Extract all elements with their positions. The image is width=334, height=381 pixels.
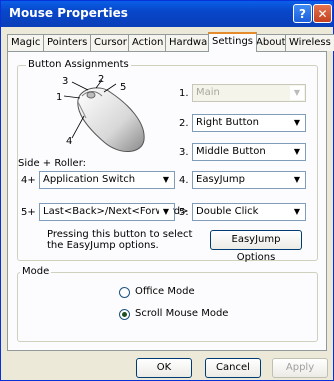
office-mode-radio[interactable] (119, 287, 130, 298)
title-bar: Mouse Properties ? ✕ (1, 1, 333, 27)
tab-wireless[interactable]: Wireless (285, 34, 334, 51)
tab-about[interactable]: About (252, 34, 290, 51)
cancel-button[interactable]: Cancel (205, 358, 261, 378)
button1-number: 1. (179, 88, 189, 99)
chevron-down-icon[interactable]: ▼ (290, 145, 304, 159)
double-click-select[interactable]: Double Click ▼ (192, 203, 306, 221)
callout-3: 3 (62, 76, 69, 87)
chevron-down-icon[interactable]: ▼ (290, 116, 304, 130)
callout-5: 5 (120, 82, 127, 93)
easyjump-select[interactable]: EasyJump ▼ (192, 171, 306, 189)
close-button[interactable]: ✕ (313, 4, 332, 23)
double-click-value: Double Click (196, 206, 259, 217)
callout-1: 1 (56, 92, 63, 103)
button1-select: Main ▼ (192, 84, 306, 102)
mode-group: Mode Office Mode Scroll Mouse Mode (17, 266, 318, 342)
tab-action[interactable]: Action (128, 34, 168, 51)
scroll-mode-label[interactable]: Scroll Mouse Mode (135, 308, 228, 319)
side4-prefix: 4+ (21, 175, 36, 186)
chevron-down-icon[interactable]: ▼ (159, 173, 173, 187)
tab-magic[interactable]: Magic (7, 34, 45, 51)
settings-panel: Button Assignments 3 2 5 1 4 1. Main ▼ 2… (7, 51, 327, 351)
button1-value: Main (196, 87, 220, 98)
scroll-mode-radio[interactable] (119, 309, 130, 320)
tab-pointers[interactable]: Pointers (43, 34, 92, 51)
tab-cursor[interactable]: Cursor (90, 34, 131, 51)
button3-value: Middle Button (196, 146, 266, 157)
easyjump-description: Pressing this button to select the EasyJ… (47, 229, 193, 251)
side4-select[interactable]: Application Switch ▼ (39, 171, 175, 189)
side5-prefix: 5+ (21, 207, 36, 218)
side5-select[interactable]: Last<Back>/Next<Forward> ▼ (39, 203, 189, 221)
button3-select[interactable]: Middle Button ▼ (192, 143, 306, 161)
tab-settings[interactable]: Settings (208, 32, 258, 52)
ok-button[interactable]: OK (136, 358, 192, 378)
button2-select[interactable]: Right Button ▼ (192, 114, 306, 132)
easyjump-options-button[interactable]: EasyJump Options (210, 230, 302, 263)
callout-4: 4 (66, 136, 73, 147)
button-assignments-group: Button Assignments 3 2 5 1 4 1. Main ▼ 2… (17, 59, 318, 263)
button-assignments-legend: Button Assignments (26, 59, 131, 70)
help-button[interactable]: ? (293, 4, 312, 23)
side-roller-label: Side + Roller: (18, 158, 86, 169)
apply-button: Apply (272, 358, 328, 378)
side4-number: 4. (179, 175, 189, 186)
chevron-down-icon[interactable]: ▼ (290, 205, 304, 219)
chevron-down-icon[interactable]: ▼ (290, 173, 304, 187)
callout-2: 2 (98, 74, 105, 85)
button2-value: Right Button (196, 117, 260, 128)
easyjump-value: EasyJump (196, 174, 245, 185)
button3-number: 3. (179, 147, 189, 158)
button2-number: 2. (179, 118, 189, 129)
mouse-icon (63, 79, 145, 152)
office-mode-label[interactable]: Office Mode (135, 286, 195, 297)
chevron-down-icon[interactable]: ▼ (159, 205, 173, 219)
mode-legend: Mode (20, 266, 52, 277)
window-title: Mouse Properties (9, 6, 128, 20)
chevron-down-icon: ▼ (290, 86, 304, 100)
tab-strip: Magic Pointers Cursor Action Hardware Se… (7, 32, 334, 52)
mouse-properties-window: Mouse Properties ? ✕ Magic Pointers Curs… (0, 0, 334, 381)
side4-value: Application Switch (43, 174, 136, 185)
side5-number: 5. (179, 207, 189, 218)
